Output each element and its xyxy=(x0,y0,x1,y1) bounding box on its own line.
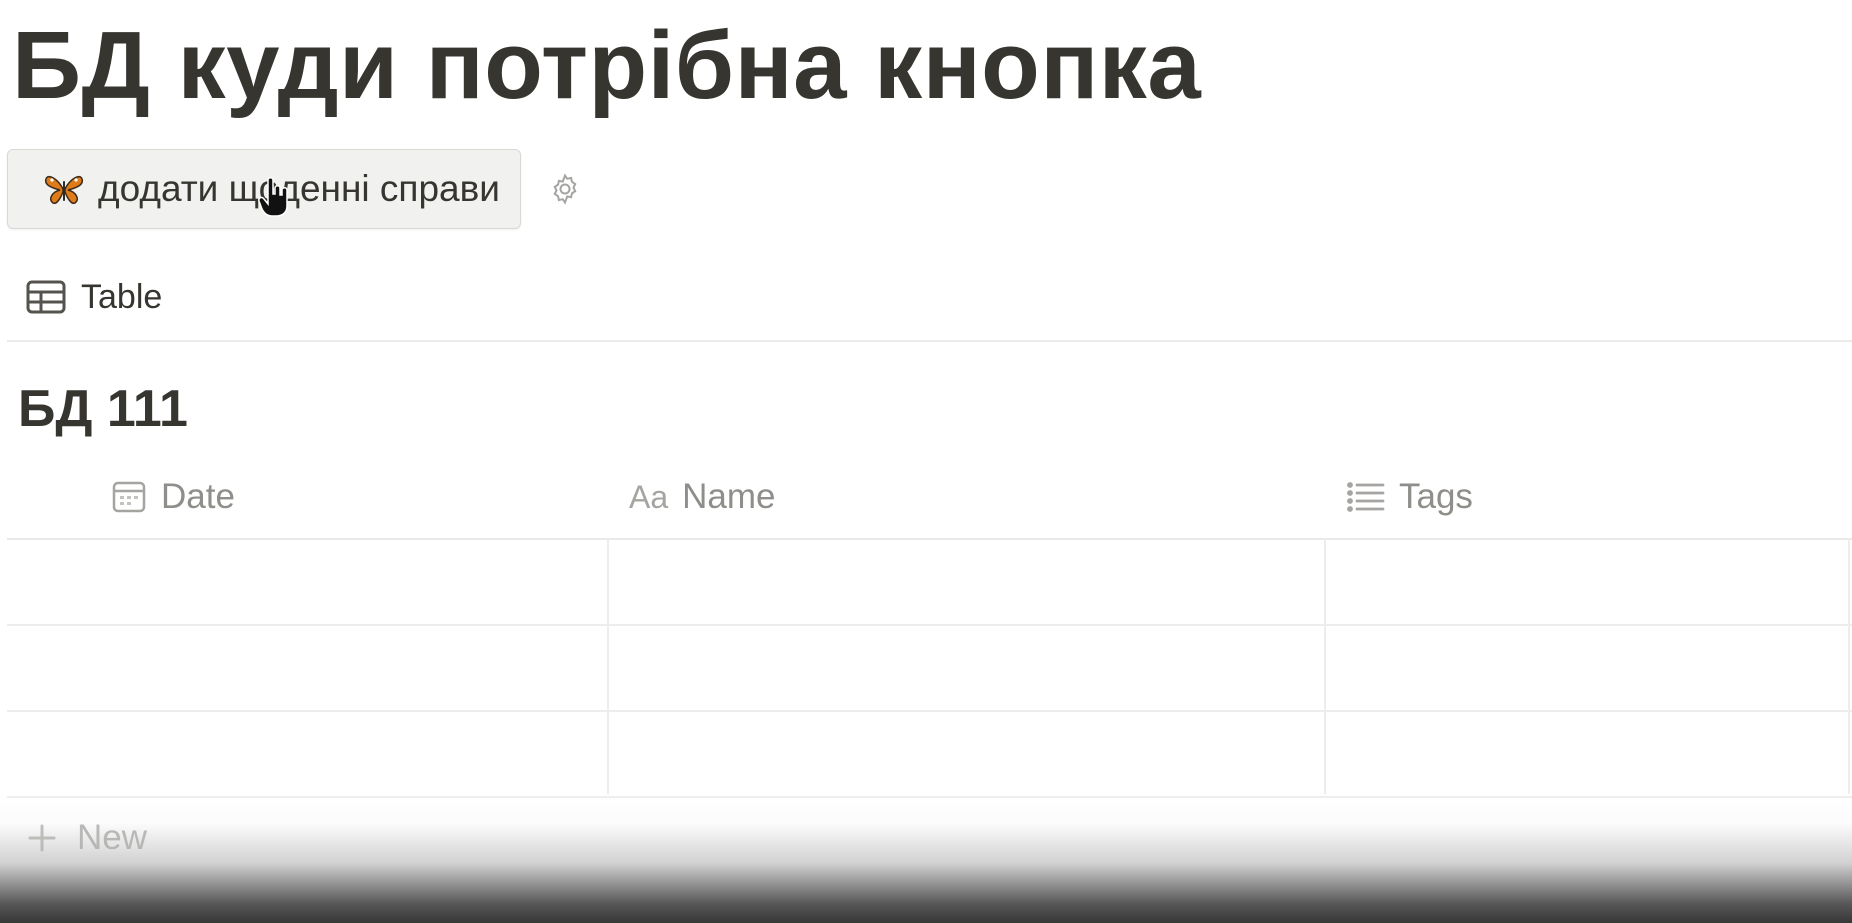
column-header-tags[interactable]: Tags xyxy=(1347,456,1473,538)
table-row[interactable] xyxy=(7,626,1852,712)
table-header: Date Aa Name Tags xyxy=(7,456,1852,540)
text-aa-icon: Aa xyxy=(629,478,669,515)
calendar-icon xyxy=(111,479,147,515)
add-new-row-label: New xyxy=(77,818,148,857)
tab-table-label: Table xyxy=(81,277,163,316)
column-divider xyxy=(607,538,609,794)
database-table: Date Aa Name Tags xyxy=(7,456,1852,798)
add-daily-tasks-label: додати щоденні справи xyxy=(98,168,500,209)
gear-icon[interactable] xyxy=(545,169,585,209)
column-divider xyxy=(1848,538,1850,794)
add-new-row-button[interactable]: New xyxy=(7,796,1852,880)
notion-page: БД куди потрібна кнопка додати щоденні с… xyxy=(0,0,1852,923)
table-icon xyxy=(25,279,67,315)
table-row[interactable] xyxy=(7,712,1852,798)
column-divider xyxy=(1324,538,1326,794)
list-icon xyxy=(1347,481,1385,513)
plus-icon xyxy=(27,823,57,853)
column-header-date[interactable]: Date xyxy=(111,456,235,538)
database-title[interactable]: БД 111 xyxy=(18,374,188,444)
button-row: додати щоденні справи xyxy=(7,148,585,230)
column-header-date-label: Date xyxy=(161,477,235,516)
butterfly-icon xyxy=(42,167,86,211)
column-header-tags-label: Tags xyxy=(1399,477,1473,516)
table-row[interactable] xyxy=(7,540,1852,626)
tab-table[interactable]: Table xyxy=(25,271,162,323)
column-header-name[interactable]: Aa Name xyxy=(629,456,776,538)
hand-cursor-icon xyxy=(258,176,292,218)
view-bar: Table xyxy=(7,256,1852,342)
column-header-name-label: Name xyxy=(682,477,776,516)
page-title: БД куди потрібна кнопка xyxy=(12,12,1202,119)
